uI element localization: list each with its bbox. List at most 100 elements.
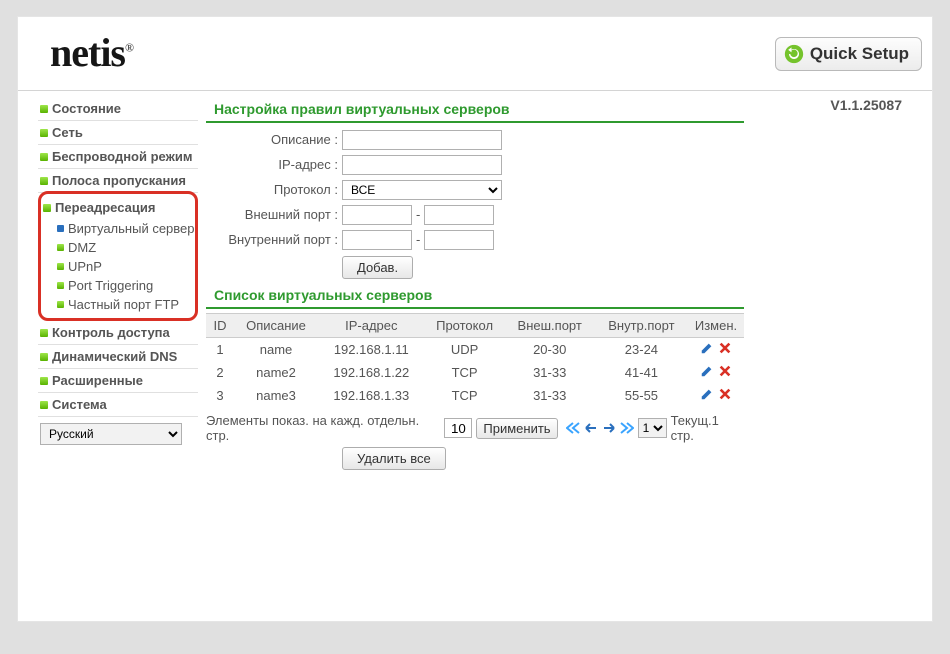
int-port-to-input[interactable] — [424, 230, 494, 250]
quick-setup-label: Quick Setup — [810, 44, 909, 64]
cell-int: 41-41 — [595, 361, 688, 384]
col-ip: IP-адрес — [318, 314, 425, 338]
form-title: Настройка правил виртуальных серверов — [206, 97, 744, 123]
sidebar-label: DMZ — [68, 240, 96, 255]
delete-icon[interactable] — [718, 387, 732, 401]
col-act: Измен. — [688, 314, 744, 338]
cell-ip: 192.168.1.33 — [318, 384, 425, 407]
cell-ext: 20-30 — [505, 338, 595, 362]
dash: - — [412, 232, 424, 247]
table-row: 2name2192.168.1.22TCP31-3341-41 — [206, 361, 744, 384]
edit-icon[interactable] — [700, 387, 714, 401]
page-last-icon[interactable] — [620, 422, 634, 434]
dash: - — [412, 207, 424, 222]
bullet-icon — [57, 282, 64, 289]
bullet-icon — [40, 329, 48, 337]
int-port-from-input[interactable] — [342, 230, 412, 250]
add-button[interactable]: Добав. — [342, 256, 413, 279]
per-page-input[interactable] — [444, 418, 472, 438]
apply-button[interactable]: Применить — [476, 418, 557, 439]
sidebar-label: Состояние — [52, 101, 121, 116]
sidebar-label: UPnP — [68, 259, 102, 274]
sidebar-label: Переадресация — [55, 200, 155, 215]
per-page-label: Элементы показ. на кажд. отдельн. стр. — [206, 413, 440, 443]
bullet-icon — [40, 177, 48, 185]
pager: Элементы показ. на кажд. отдельн. стр. П… — [206, 407, 744, 443]
edit-icon[interactable] — [700, 364, 714, 378]
cell-desc: name3 — [234, 384, 318, 407]
sidebar-label: Контроль доступа — [52, 325, 170, 340]
main-content: Настройка правил виртуальных серверов Оп… — [198, 97, 752, 474]
sidebar-item-system[interactable]: Система — [38, 393, 198, 417]
sidebar-sub-upnp[interactable]: UPnP — [41, 257, 195, 276]
page-select[interactable]: 1 — [638, 418, 667, 438]
delete-all-button[interactable]: Удалить все — [342, 447, 446, 470]
col-ext: Внеш.порт — [505, 314, 595, 338]
quick-setup-button[interactable]: Quick Setup — [775, 37, 922, 71]
sidebar-item-access-control[interactable]: Контроль доступа — [38, 321, 198, 345]
cell-proto: TCP — [425, 361, 505, 384]
cell-int: 23-24 — [595, 338, 688, 362]
row-ip: IP-адрес : — [206, 152, 744, 177]
sidebar-item-advanced[interactable]: Расширенные — [38, 369, 198, 393]
sidebar-sub-ftp-port[interactable]: Частный порт FTP — [41, 295, 195, 314]
cell-id: 1 — [206, 338, 234, 362]
sidebar-sub-virtual-server[interactable]: Виртуальный сервер — [41, 219, 195, 238]
delete-icon[interactable] — [718, 341, 732, 355]
cell-id: 3 — [206, 384, 234, 407]
description-input[interactable] — [342, 130, 502, 150]
bullet-icon — [40, 153, 48, 161]
delete-icon[interactable] — [718, 364, 732, 378]
list-title: Список виртуальных серверов — [206, 283, 744, 309]
bullet-icon — [40, 377, 48, 385]
sidebar-item-status[interactable]: Состояние — [38, 97, 198, 121]
sidebar-sub-dmz[interactable]: DMZ — [41, 238, 195, 257]
ext-port-label: Внешний порт : — [206, 207, 342, 222]
sidebar-label: Расширенные — [52, 373, 143, 388]
sidebar-label: Полоса пропускания — [52, 173, 186, 188]
page-next-icon[interactable] — [602, 422, 616, 434]
sidebar-sub-port-triggering[interactable]: Port Triggering — [41, 276, 195, 295]
virtual-servers-table: ID Описание IP-адрес Протокол Внеш.порт … — [206, 313, 744, 407]
cell-proto: TCP — [425, 384, 505, 407]
ext-port-from-input[interactable] — [342, 205, 412, 225]
sidebar-label: Динамический DNS — [52, 349, 177, 364]
protocol-select[interactable]: ВСЕ — [342, 180, 502, 200]
sidebar-item-wireless[interactable]: Беспроводной режим — [38, 145, 198, 169]
sidebar-item-ddns[interactable]: Динамический DNS — [38, 345, 198, 369]
sidebar-item-bandwidth[interactable]: Полоса пропускания — [38, 169, 198, 193]
sidebar-label: Частный порт FTP — [68, 297, 179, 312]
bullet-icon — [57, 263, 64, 270]
col-int: Внутр.порт — [595, 314, 688, 338]
table-row: 3name3192.168.1.33TCP31-3355-55 — [206, 384, 744, 407]
brand-logo: netis® — [50, 17, 134, 76]
bullet-icon — [57, 225, 64, 232]
cell-desc: name2 — [234, 361, 318, 384]
header: netis® Quick Setup — [18, 17, 932, 91]
sidebar-label: Port Triggering — [68, 278, 153, 293]
page-prev-icon[interactable] — [584, 422, 598, 434]
cell-desc: name — [234, 338, 318, 362]
sidebar-label: Сеть — [52, 125, 83, 140]
ext-port-to-input[interactable] — [424, 205, 494, 225]
ip-input[interactable] — [342, 155, 502, 175]
sidebar-item-network[interactable]: Сеть — [38, 121, 198, 145]
sidebar: Состояние Сеть Беспроводной режим Полоса… — [18, 97, 198, 474]
col-desc: Описание — [234, 314, 318, 338]
highlighted-section: Переадресация Виртуальный сервер DMZ UPn… — [38, 191, 198, 321]
cell-id: 2 — [206, 361, 234, 384]
bullet-icon — [40, 129, 48, 137]
edit-icon[interactable] — [700, 341, 714, 355]
col-proto: Протокол — [425, 314, 505, 338]
sidebar-item-forwarding[interactable]: Переадресация — [41, 196, 195, 219]
cell-ext: 31-33 — [505, 384, 595, 407]
bullet-icon — [43, 204, 51, 212]
current-page-label: Текущ.1 стр. — [671, 413, 744, 443]
cell-proto: UDP — [425, 338, 505, 362]
refresh-icon — [784, 44, 804, 64]
cell-ext: 31-33 — [505, 361, 595, 384]
language-select[interactable]: Русский — [40, 423, 182, 445]
bullet-icon — [57, 244, 64, 251]
page-first-icon[interactable] — [566, 422, 580, 434]
row-int-port: Внутренний порт : - — [206, 227, 744, 252]
